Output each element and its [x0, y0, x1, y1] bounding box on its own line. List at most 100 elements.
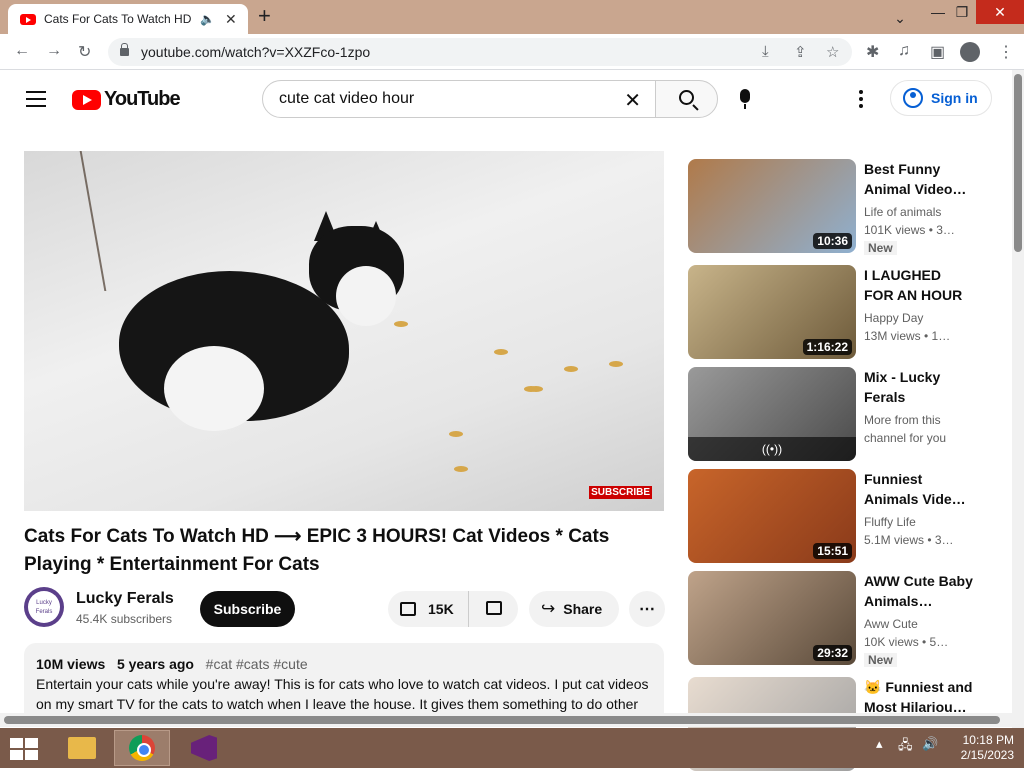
- video-duration: 29:32: [813, 645, 852, 661]
- visual-studio-taskbar-button[interactable]: [176, 730, 232, 766]
- new-badge: New: [864, 653, 897, 667]
- recommendation-title[interactable]: 🐱 Funniest and Most Hilariou…: [864, 677, 974, 717]
- recommendation-views: 13M views • 1…: [864, 329, 951, 343]
- vertical-scroll-thumb[interactable]: [1014, 74, 1022, 252]
- chrome-taskbar-button[interactable]: [114, 730, 170, 766]
- network-icon[interactable]: 🖧: [898, 736, 913, 758]
- recommendation-card[interactable]: 1:16:22 I LAUGHED FOR AN HOUR😹… Happy Day 1…: [688, 265, 998, 361]
- browser-menu-icon[interactable]: ⋮: [998, 42, 1014, 62]
- search-input[interactable]: cute cat video hour ✕: [262, 80, 656, 118]
- media-queue-icon[interactable]: ♫: [898, 42, 910, 60]
- thumbs-up-icon: [400, 602, 416, 616]
- horizontal-scroll-thumb[interactable]: [4, 716, 1000, 724]
- recommendation-title[interactable]: Best Funny Animal Video…: [864, 159, 974, 199]
- recommendation-title[interactable]: Mix - Lucky Ferals: [864, 367, 974, 407]
- recommendation-channel[interactable]: Happy Day: [864, 309, 974, 327]
- back-arrow-icon[interactable]: ←: [14, 42, 30, 60]
- video-title: Cats For Cats To Watch HD ⟶ EPIC 3 HOURS…: [24, 526, 610, 575]
- channel-avatar-text: Lucky Ferals: [28, 591, 60, 623]
- side-panel-icon[interactable]: ▣: [930, 42, 945, 62]
- horizontal-scrollbar[interactable]: [0, 713, 1012, 727]
- video-duration: 15:51: [813, 543, 852, 559]
- recommendation-title[interactable]: I LAUGHED FOR AN HOUR😹…: [864, 265, 974, 305]
- subscribe-button[interactable]: Subscribe: [200, 591, 295, 627]
- leaf-shape: [449, 431, 463, 437]
- vertical-scrollbar[interactable]: [1012, 70, 1024, 730]
- search-button[interactable]: [655, 80, 718, 118]
- hashtags[interactable]: #cat #cats #cute: [206, 656, 308, 672]
- recommendation-card[interactable]: 15:51 Funniest Animals Vide… Fluffy Life 5.…: [688, 469, 998, 565]
- browser-tab[interactable]: Cats For Cats To Watch HD 🔈 ✕: [8, 4, 248, 34]
- recommendation-card[interactable]: 10:36 Best Funny Animal Video… Life of ani…: [688, 159, 998, 255]
- hamburger-menu-icon[interactable]: [26, 91, 46, 107]
- volume-icon[interactable]: 🔊: [922, 736, 938, 752]
- description-text: Entertain your cats while you're away! T…: [36, 676, 649, 712]
- reload-icon[interactable]: ↻: [78, 42, 91, 62]
- install-icon[interactable]: ⤓: [762, 43, 769, 60]
- recommendation-info: Best Funny Animal Video… Life of animals 1…: [864, 159, 974, 257]
- recommendation-views: 10K views • 5…: [864, 635, 949, 649]
- sign-in-button[interactable]: Sign in: [890, 80, 992, 116]
- recommendation-info: 🐱 Funniest and Most Hilariou…: [864, 677, 974, 717]
- file-explorer-taskbar-button[interactable]: [54, 730, 110, 766]
- description-box[interactable]: 10M views 5 years ago #cat #cats #cute E…: [24, 643, 664, 713]
- profile-avatar-icon[interactable]: [960, 42, 980, 62]
- recommendation-channel[interactable]: Aww Cute: [864, 615, 974, 633]
- leaf-shape: [564, 366, 578, 372]
- cat-face-shape: [336, 266, 396, 326]
- search-query-text[interactable]: cute cat video hour: [279, 90, 414, 108]
- video-duration: 10:36: [813, 233, 852, 249]
- new-tab-button[interactable]: +: [258, 5, 271, 27]
- recommendation-thumbnail[interactable]: ((•)): [688, 367, 856, 461]
- recommendation-card[interactable]: ((•)) Mix - Lucky Ferals More from this ch…: [688, 367, 998, 463]
- recommendation-thumbnail[interactable]: 15:51: [688, 469, 856, 563]
- tab-search-chevron-icon[interactable]: ⌄: [880, 6, 920, 30]
- recommendation-channel[interactable]: More from this channel for you: [864, 411, 974, 447]
- url-text[interactable]: youtube.com/watch?v=XXZFco-1zpo: [141, 44, 370, 60]
- tray-chevron-icon[interactable]: ▴: [876, 736, 883, 752]
- cat-belly-shape: [164, 346, 264, 431]
- mix-broadcast-icon: ((•)): [688, 437, 856, 461]
- clear-search-icon[interactable]: ✕: [624, 88, 641, 113]
- settings-kebab-icon[interactable]: [859, 90, 863, 108]
- channel-avatar[interactable]: Lucky Ferals: [24, 587, 64, 627]
- video-player[interactable]: SUBSCRIBE: [24, 151, 664, 511]
- forward-arrow-icon[interactable]: →: [46, 42, 62, 60]
- recommendation-channel[interactable]: Fluffy Life: [864, 513, 974, 531]
- more-actions-button[interactable]: ⋯: [629, 591, 665, 627]
- recommendation-title[interactable]: Funniest Animals Vide…: [864, 469, 974, 509]
- youtube-play-icon: [72, 89, 101, 110]
- address-bar[interactable]: youtube.com/watch?v=XXZFco-1zpo: [108, 38, 852, 66]
- thumbs-down-icon: [485, 600, 502, 615]
- lock-icon[interactable]: [120, 43, 129, 56]
- system-clock[interactable]: 10:18 PM 2/15/2023: [944, 733, 1014, 763]
- recommendation-thumbnail[interactable]: 10:36: [688, 159, 856, 253]
- recommendation-card[interactable]: 29:32 AWW Cute Baby Animals… Aww Cute 10K v…: [688, 571, 998, 667]
- close-window-button[interactable]: ✕: [976, 0, 1024, 24]
- recommendation-info: AWW Cute Baby Animals… Aww Cute 10K views …: [864, 571, 974, 669]
- recommendation-thumbnail[interactable]: 29:32: [688, 571, 856, 665]
- folder-icon: [68, 737, 96, 759]
- windows-start-icon[interactable]: [10, 738, 38, 760]
- windows-taskbar: ▴ 🖧 🔊 10:18 PM 2/15/2023: [0, 728, 1024, 768]
- close-tab-icon[interactable]: ✕: [225, 11, 237, 28]
- tab-title: Cats For Cats To Watch HD: [44, 12, 192, 26]
- dislike-button[interactable]: [469, 600, 518, 618]
- subscribe-watermark[interactable]: SUBSCRIBE: [589, 486, 652, 499]
- recommendation-info: Mix - Lucky Ferals More from this channel…: [864, 367, 974, 447]
- youtube-logo[interactable]: YouTube: [72, 88, 181, 111]
- extensions-puzzle-icon[interactable]: ✱: [866, 42, 879, 62]
- share-icon[interactable]: ⇪: [794, 43, 807, 61]
- share-button[interactable]: ↪ Share: [529, 591, 619, 627]
- recommendation-title[interactable]: AWW Cute Baby Animals…: [864, 571, 974, 611]
- speaker-icon[interactable]: 🔈: [200, 12, 215, 26]
- leaf-shape: [494, 349, 508, 355]
- like-button[interactable]: 15K: [388, 591, 469, 627]
- share-arrow-icon: ↪: [541, 599, 556, 618]
- like-dislike-bar: 15K: [388, 591, 518, 627]
- microphone-icon[interactable]: [740, 89, 750, 109]
- recommendation-channel[interactable]: Life of animals: [864, 203, 974, 221]
- bookmark-star-icon[interactable]: ☆: [826, 43, 839, 61]
- recommendation-thumbnail[interactable]: 1:16:22: [688, 265, 856, 359]
- channel-name[interactable]: Lucky Ferals: [76, 590, 174, 608]
